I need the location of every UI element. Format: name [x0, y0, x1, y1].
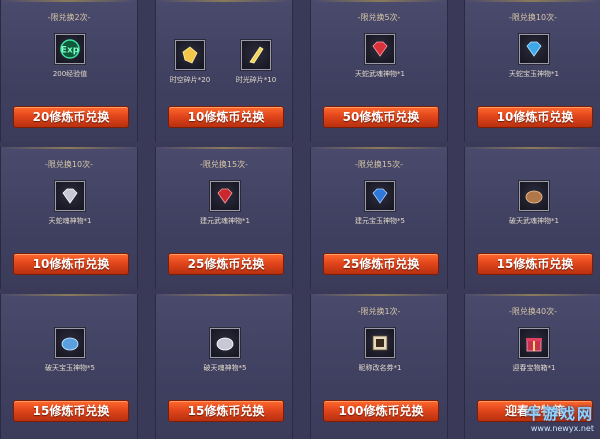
- exchange-button[interactable]: 10修炼币兑换: [477, 106, 593, 128]
- limit-text: -限兑换10次-: [45, 160, 93, 169]
- limit-text: -限兑换5次-: [357, 13, 401, 22]
- blue-gem-icon[interactable]: [519, 34, 549, 64]
- item-label: 迎春宝物箱*1: [512, 364, 556, 372]
- item-label: 天蛇宝玉神物*1: [509, 70, 559, 78]
- exchange-button[interactable]: 10修炼币兑换: [168, 106, 284, 128]
- exchange-button[interactable]: 20修炼币兑换: [13, 106, 129, 128]
- svg-text:Exp: Exp: [61, 46, 80, 56]
- watermark: 牛游戏网 www.newyx.net: [526, 403, 594, 433]
- exchange-card: 破天宝玉神物*5 15修炼币兑换: [0, 294, 138, 439]
- exchange-button[interactable]: 100修炼币兑换: [323, 400, 439, 422]
- bronze-gem-icon[interactable]: [519, 181, 549, 211]
- exchange-card: 破天武魂神物*1 15修炼币兑换: [464, 147, 600, 289]
- exchange-card: -限兑换15次- 建元宝玉神物*5 25修炼币兑换: [310, 147, 448, 289]
- blue-gem-icon[interactable]: [55, 328, 85, 358]
- light-shard-icon[interactable]: [241, 40, 271, 70]
- exchange-grid: -限兑换2次- Exp 200经验值 20修炼币兑换 时空碎片*20 时光碎片*…: [0, 0, 600, 439]
- red-gem-icon[interactable]: [365, 34, 395, 64]
- exchange-card: -限兑换10次- 天蛇宝玉神物*1 10修炼币兑换: [464, 0, 600, 142]
- limit-text: -限兑换15次-: [200, 160, 248, 169]
- item-label: 破天武魂神物*1: [509, 217, 559, 225]
- limit-text: -限兑换2次-: [47, 13, 91, 22]
- exchange-card: -限兑换5次- 天蛇武魂神物*1 50修炼币兑换: [310, 0, 448, 142]
- exchange-button[interactable]: 10修炼币兑换: [13, 253, 129, 275]
- limit-text: -限兑换40次-: [509, 307, 557, 316]
- silver-gem-icon[interactable]: [55, 181, 85, 211]
- item-label: 天蛇武魂神物*1: [355, 70, 405, 78]
- exchange-card: -限兑换1次- 昵称改名券*1 100修炼币兑换: [310, 294, 448, 439]
- limit-text: -限兑换1次-: [357, 307, 401, 316]
- exchange-card: -限兑换2次- Exp 200经验值 20修炼币兑换: [0, 0, 138, 142]
- item-label: 建元宝玉神物*5: [355, 217, 405, 225]
- exchange-card: 时空碎片*20 时光碎片*10 10修炼币兑换: [155, 0, 293, 142]
- limit-text: -限兑换15次-: [355, 160, 403, 169]
- item-label: 破天宝玉神物*5: [45, 364, 95, 372]
- item-label: 天蛇魂神物*1: [48, 217, 92, 225]
- item-label: 200经验值: [52, 70, 88, 78]
- exchange-card: -限兑换15次- 建元武魂神物*1 25修炼币兑换: [155, 147, 293, 289]
- rename-card-icon[interactable]: [365, 328, 395, 358]
- exchange-card: -限兑换10次- 天蛇魂神物*1 10修炼币兑换: [0, 147, 138, 289]
- exchange-button[interactable]: 50修炼币兑换: [323, 106, 439, 128]
- exchange-button[interactable]: 15修炼币兑换: [168, 400, 284, 422]
- gift-box-icon[interactable]: [519, 328, 549, 358]
- exchange-card: 破天魂神物*5 15修炼币兑换: [155, 294, 293, 439]
- exchange-button[interactable]: 25修炼币兑换: [323, 253, 439, 275]
- exchange-button[interactable]: 15修炼币兑换: [13, 400, 129, 422]
- red-gem-icon[interactable]: [210, 181, 240, 211]
- item-label: 时空碎片*20: [169, 76, 211, 84]
- blue-gem-icon[interactable]: [365, 181, 395, 211]
- item-label: 建元武魂神物*1: [200, 217, 250, 225]
- item-label: 破天魂神物*5: [203, 364, 247, 372]
- exchange-button[interactable]: 15修炼币兑换: [477, 253, 593, 275]
- exp-badge-icon[interactable]: Exp: [55, 34, 85, 64]
- watermark-url: www.newyx.net: [530, 424, 594, 433]
- item-label: 时光碎片*10: [235, 76, 277, 84]
- silver-gem-icon[interactable]: [210, 328, 240, 358]
- watermark-title: 牛游戏网: [525, 405, 594, 423]
- item-label: 昵称改名券*1: [358, 364, 402, 372]
- exchange-button[interactable]: 25修炼币兑换: [168, 253, 284, 275]
- limit-text: -限兑换10次-: [509, 13, 557, 22]
- spacetime-shard-icon[interactable]: [175, 40, 205, 70]
